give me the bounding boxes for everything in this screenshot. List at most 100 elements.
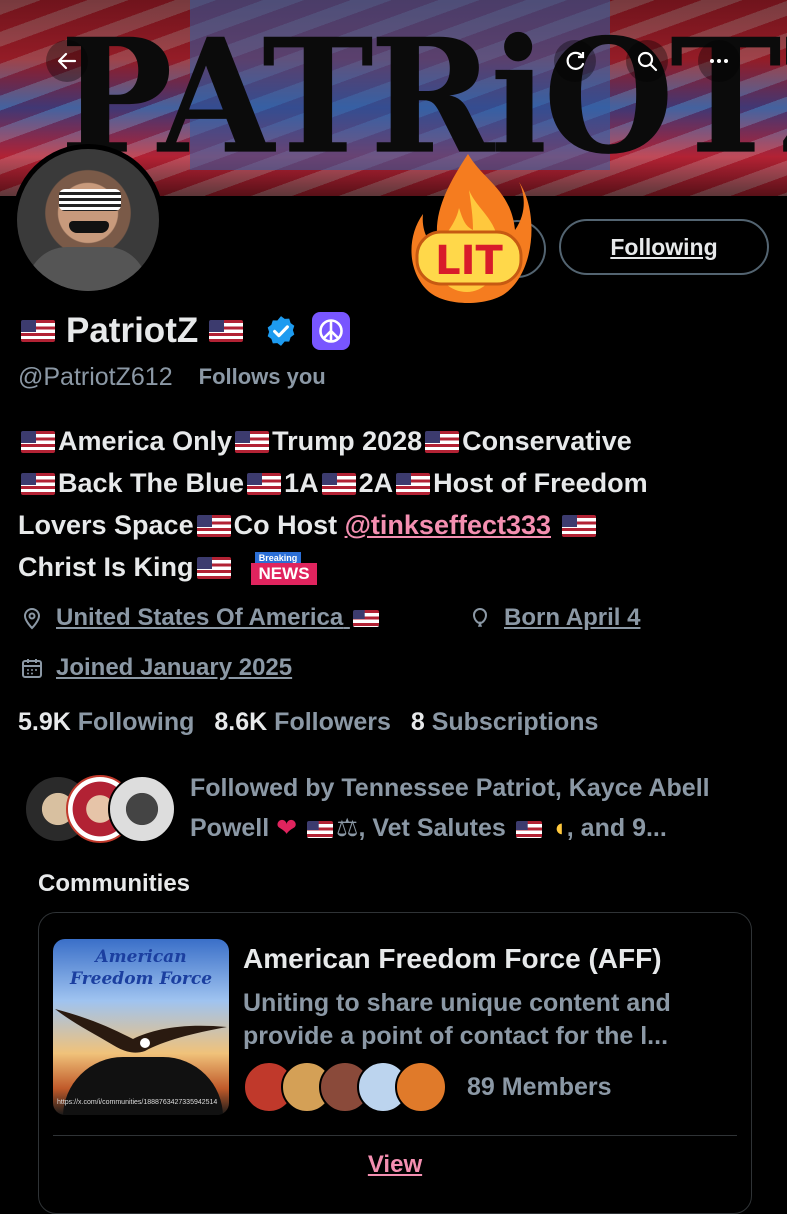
member-count: 89 Members [467, 1072, 612, 1101]
arrow-left-icon [57, 52, 77, 70]
profile-bio: America Only Trump 2028 Conservative Back … [18, 420, 768, 588]
search-button[interactable] [626, 40, 668, 82]
subscriptions-label: Subscriptions [431, 708, 599, 736]
refresh-button[interactable] [554, 40, 596, 82]
followed-by-text[interactable]: Followed by Tennessee Patriot, Kayce Abe… [190, 768, 775, 848]
mention-link[interactable]: @tinkseffect333 [345, 510, 551, 540]
bio-text: Christ Is King [18, 552, 194, 582]
more-button[interactable] [698, 40, 740, 82]
refresh-icon [566, 51, 585, 70]
bio-text: Lovers Space [18, 510, 194, 540]
breaking-news-icon: Breaking NEWS [251, 551, 318, 586]
balloon-icon [472, 607, 488, 627]
us-flag-icon [21, 320, 55, 342]
bio-line-2: Back The Blue 1A 2A Host of Freedom [18, 462, 768, 504]
following-label: Following [77, 708, 195, 736]
follow-stats: 5.9K Following 8.6K Followers 8 Subscrip… [18, 708, 598, 737]
location-pin-icon [23, 608, 41, 630]
us-flag-icon [21, 473, 55, 495]
followed-by-names: Followed by Tennessee Patriot, Kayce Abe… [190, 774, 710, 802]
following-stat[interactable]: 5.9K Following [18, 708, 194, 737]
followed-by-more: , and 9... [566, 814, 667, 842]
joined-item: Joined January 2025 [20, 654, 292, 682]
us-flag-icon [307, 821, 334, 838]
followers-count: 8.6K [214, 708, 268, 736]
subscriptions-stat[interactable]: 8 Subscriptions [411, 708, 599, 737]
us-flag-icon [425, 431, 460, 453]
birthday-link[interactable]: Born April 4 [504, 604, 640, 632]
bio-line-4: Christ Is King Breaking NEWS [18, 546, 768, 588]
handle-row: @PatriotZ612 Follows you [18, 362, 332, 392]
avatar-shirt [27, 247, 147, 291]
location-text: United States Of America [56, 604, 344, 631]
avatar [395, 1061, 447, 1113]
bio-text: Co Host [233, 510, 345, 540]
calendar-icon [22, 659, 42, 678]
birthday-item: Born April 4 [468, 604, 640, 632]
scales-icon: ⚖ [336, 814, 359, 842]
followed-by-avatars[interactable] [24, 775, 176, 843]
community-description: Uniting to share unique content and prov… [243, 989, 671, 1050]
card-divider [53, 1135, 737, 1136]
heart-icon: ❤ [276, 814, 298, 842]
bio-text: 2A [358, 468, 394, 498]
following-button[interactable]: Following [559, 219, 769, 275]
location-item: United States Of America [20, 604, 382, 632]
view-community-link[interactable]: View [39, 1151, 751, 1179]
community-image: American Freedom Force https://x.com/i/c… [53, 939, 229, 1115]
followed-by-names: , Vet Salutes [358, 814, 506, 842]
communities-heading: Communities [38, 870, 191, 897]
location-link[interactable]: United States Of America [56, 604, 382, 632]
us-flag-icon [196, 515, 231, 537]
bio-text: Back The Blue [58, 468, 245, 498]
bio-line-3: Lovers Space Co Host @tinkseffect333 [18, 504, 768, 546]
display-name: PatriotZ [66, 311, 199, 350]
us-flag-icon [352, 610, 379, 627]
bio-text: 1A [284, 468, 319, 498]
search-icon [637, 51, 658, 72]
bio-text: Trump 2028 [272, 426, 423, 456]
peace-symbol-icon [312, 312, 351, 350]
followers-label: Followers [274, 708, 391, 736]
more-horizontal-icon [710, 59, 728, 63]
avatar-mustache [69, 221, 109, 233]
followers-stat[interactable]: 8.6K Followers [214, 708, 390, 737]
news-label: NEWS [251, 562, 318, 585]
us-flag-icon [515, 821, 542, 838]
us-flag-icon [235, 431, 270, 453]
us-flag-icon [247, 473, 282, 495]
us-flag-icon [21, 431, 55, 453]
lit-text: LIT [435, 238, 503, 284]
us-flag-icon [396, 473, 431, 495]
bio-text: Conservative [462, 426, 632, 456]
avatar [108, 775, 176, 843]
eagle-icon [55, 1009, 227, 1053]
community-name[interactable]: American Freedom Force (AFF) [243, 943, 662, 975]
back-button[interactable] [46, 40, 88, 82]
community-image-title: Freedom Force [69, 969, 213, 989]
lit-fire-sticker: LIT [411, 154, 532, 303]
community-members: 89 Members [243, 1061, 612, 1113]
following-count: 5.9K [18, 708, 71, 736]
profile-avatar[interactable] [12, 144, 164, 296]
profile-handle: @PatriotZ612 [18, 362, 173, 391]
us-flag-icon [321, 473, 356, 495]
bio-text: Host of Freedom [433, 468, 648, 498]
community-image-title: American [95, 947, 187, 967]
followed-by-names: Powell [190, 814, 270, 842]
community-image-hill [63, 1057, 223, 1115]
community-image-url: https://x.com/i/communities/188876342733… [57, 1099, 218, 1106]
joined-link[interactable]: Joined January 2025 [56, 654, 292, 682]
bio-line-1: America Only Trump 2028 Conservative [18, 420, 768, 462]
follows-you-badge: Follows you [198, 364, 326, 389]
profile-name-row: PatriotZ [18, 308, 351, 354]
us-flag-icon [561, 515, 596, 537]
us-flag-icon [209, 320, 244, 342]
subscriptions-count: 8 [410, 708, 425, 736]
avatar-shutter-glasses [59, 189, 121, 211]
bio-text: America Only [58, 426, 233, 456]
verified-badge-icon[interactable] [264, 314, 298, 348]
salute-icon: ◖ [551, 814, 567, 842]
community-card[interactable]: American Freedom Force https://x.com/i/c… [38, 912, 752, 1214]
us-flag-icon [196, 557, 231, 579]
